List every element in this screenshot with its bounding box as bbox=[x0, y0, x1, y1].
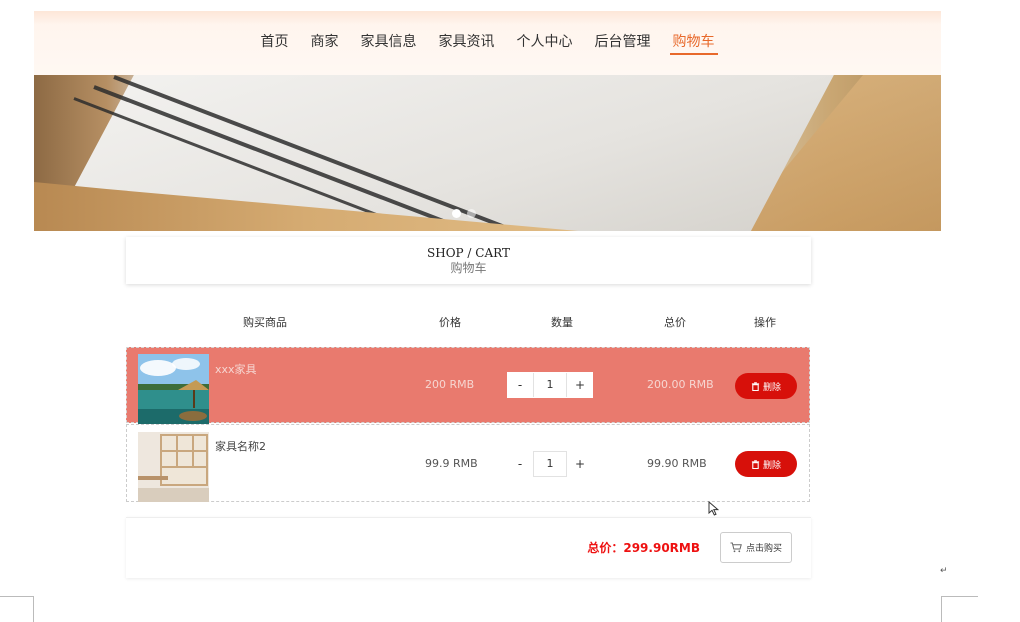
delete-label: 删除 bbox=[762, 382, 781, 393]
row-subtotal: 99.90 RMB bbox=[647, 457, 707, 470]
cart-icon bbox=[730, 542, 742, 553]
trash-icon bbox=[751, 459, 760, 469]
decrease-quantity-button[interactable]: - bbox=[507, 451, 533, 477]
quantity-value[interactable]: 1 bbox=[533, 451, 567, 477]
trash-icon bbox=[751, 381, 760, 391]
paragraph-mark-icon: ↵ bbox=[940, 566, 948, 576]
carousel-dot-2[interactable] bbox=[467, 209, 476, 218]
product-name[interactable]: xxx家具 bbox=[215, 361, 257, 377]
increase-quantity-button[interactable]: + bbox=[567, 451, 593, 477]
header-quantity: 数量 bbox=[551, 316, 573, 329]
carousel-dot-1[interactable] bbox=[452, 209, 461, 218]
page-corner-mark-right bbox=[941, 596, 978, 622]
nav-item-merchant[interactable]: 商家 bbox=[300, 31, 350, 57]
product-thumbnail[interactable] bbox=[138, 354, 209, 424]
nav-item-admin[interactable]: 后台管理 bbox=[584, 31, 662, 57]
nav-item-home[interactable]: 首页 bbox=[250, 31, 300, 57]
header-product: 购买商品 bbox=[243, 316, 287, 329]
checkout-label: 点击购买 bbox=[745, 544, 782, 554]
page-corner-mark-left bbox=[0, 596, 34, 622]
top-navigation: 首页 商家 家具信息 家具资讯 个人中心 后台管理 购物车 bbox=[34, 11, 941, 75]
header-action: 操作 bbox=[754, 316, 776, 329]
header-price: 价格 bbox=[439, 316, 461, 329]
cart-total: 总价：299.90RMB bbox=[587, 541, 700, 555]
nav-menu: 首页 商家 家具信息 家具资讯 个人中心 后台管理 购物车 bbox=[34, 31, 941, 57]
product-price: 99.9 RMB bbox=[425, 457, 478, 470]
delete-label: 删除 bbox=[762, 460, 781, 471]
quantity-value[interactable]: 1 bbox=[533, 373, 567, 397]
increase-quantity-button[interactable]: + bbox=[567, 372, 593, 398]
section-title-en: SHOP / CART bbox=[427, 246, 510, 260]
row-subtotal: 200.00 RMB bbox=[647, 378, 714, 391]
banner-carousel[interactable] bbox=[34, 75, 941, 231]
cart-footer: 总价：299.90RMB 点击购买 bbox=[126, 517, 811, 578]
product-name[interactable]: 家具名称2 bbox=[215, 438, 266, 454]
decrease-quantity-button[interactable]: - bbox=[507, 372, 533, 398]
nav-item-personal-center[interactable]: 个人中心 bbox=[506, 31, 584, 57]
cart-table-header: 购买商品 价格 数量 总价 操作 bbox=[0, 314, 1020, 330]
cart-row: xxx家具 200 RMB - 1 + 200.00 RMB 删除 bbox=[126, 347, 810, 424]
section-title-box: SHOP / CART 购物车 bbox=[126, 237, 811, 284]
header-subtotal: 总价 bbox=[664, 316, 686, 329]
quantity-stepper: - 1 + bbox=[507, 372, 593, 398]
section-title-zh: 购物车 bbox=[450, 261, 487, 275]
delete-button[interactable]: 删除 bbox=[735, 451, 797, 477]
delete-button[interactable]: 删除 bbox=[735, 373, 797, 399]
quantity-stepper: - 1 + bbox=[507, 451, 593, 477]
nav-item-furniture-news[interactable]: 家具资讯 bbox=[428, 31, 506, 57]
product-price: 200 RMB bbox=[425, 378, 475, 391]
checkout-button[interactable]: 点击购买 bbox=[720, 532, 792, 563]
carousel-indicators bbox=[452, 209, 476, 218]
mouse-cursor-icon bbox=[708, 500, 720, 520]
product-thumbnail[interactable] bbox=[138, 432, 209, 502]
nav-item-cart[interactable]: 购物车 bbox=[662, 31, 726, 57]
cart-row: 家具名称2 99.9 RMB - 1 + 99.90 RMB 删除 bbox=[126, 424, 810, 502]
nav-item-furniture-info[interactable]: 家具信息 bbox=[350, 31, 428, 57]
